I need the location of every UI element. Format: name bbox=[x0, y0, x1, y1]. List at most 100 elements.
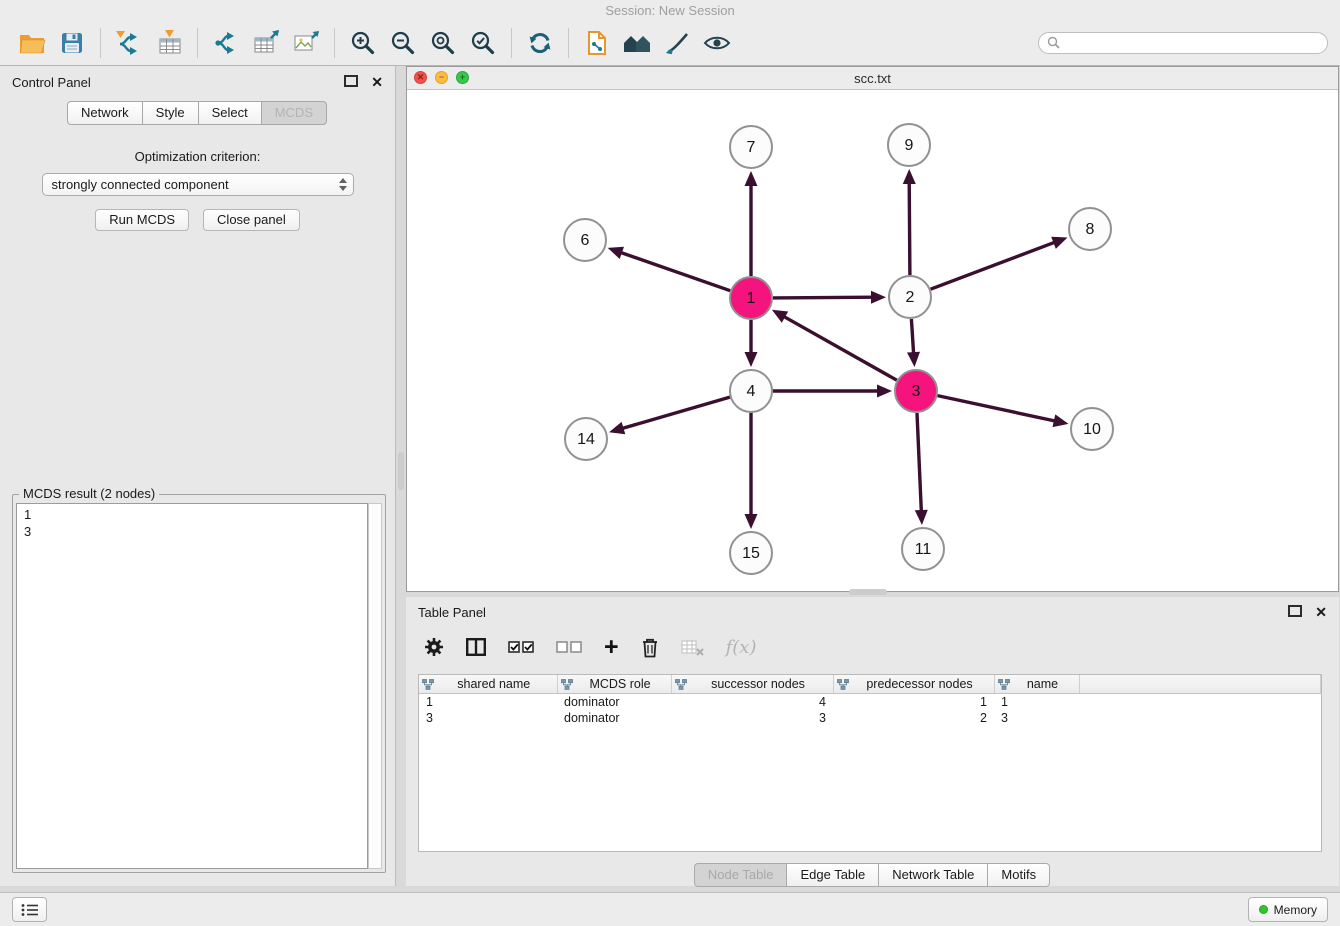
split-view-button[interactable] bbox=[466, 638, 486, 656]
cell-name[interactable]: 1 bbox=[994, 694, 1079, 711]
cell-successor-nodes[interactable]: 4 bbox=[671, 694, 833, 711]
tab-edge-table[interactable]: Edge Table bbox=[786, 863, 879, 887]
refresh-layout-button[interactable] bbox=[520, 24, 560, 62]
select-all-icon bbox=[508, 640, 534, 654]
mcds-result-scrollbar[interactable] bbox=[368, 503, 382, 869]
node-11[interactable]: 11 bbox=[902, 528, 944, 570]
select-all-rows-button[interactable] bbox=[508, 640, 534, 654]
node-9[interactable]: 9 bbox=[888, 124, 930, 166]
export-table-button[interactable] bbox=[246, 24, 286, 62]
column-header-name[interactable]: name bbox=[994, 675, 1079, 694]
mcds-result-list[interactable]: 13 bbox=[16, 503, 368, 869]
node-2[interactable]: 2 bbox=[889, 276, 931, 318]
tab-node-table[interactable]: Node Table bbox=[694, 863, 788, 887]
cell-name[interactable]: 3 bbox=[994, 710, 1079, 726]
edge-2-8[interactable] bbox=[931, 242, 1057, 290]
edge-1-6[interactable] bbox=[619, 252, 730, 291]
network-canvas[interactable]: 7 9 6 8 1 2 4 3 14 10 15 11 bbox=[407, 89, 1338, 591]
node-3[interactable]: 3 bbox=[895, 370, 937, 412]
deselect-rows-button[interactable] bbox=[556, 640, 582, 654]
function-builder-button[interactable]: f(x) bbox=[726, 637, 757, 658]
minimize-window-button[interactable]: − bbox=[435, 71, 448, 84]
column-header-shared-name[interactable]: shared name bbox=[419, 675, 557, 694]
node-4[interactable]: 4 bbox=[730, 370, 772, 412]
node-7[interactable]: 7 bbox=[730, 126, 772, 168]
zoom-selected-button[interactable] bbox=[463, 24, 503, 62]
tab-select[interactable]: Select bbox=[198, 101, 262, 125]
cell-predecessor-nodes[interactable]: 1 bbox=[833, 694, 994, 711]
tab-mcds[interactable]: MCDS bbox=[261, 101, 327, 125]
table-row[interactable]: 1dominator411 bbox=[419, 694, 1321, 711]
task-history-button[interactable] bbox=[12, 897, 47, 922]
export-image-button[interactable] bbox=[286, 24, 326, 62]
tab-network-table[interactable]: Network Table bbox=[878, 863, 988, 887]
apply-style-button[interactable] bbox=[657, 24, 697, 62]
edge-3-10[interactable] bbox=[938, 396, 1057, 422]
memory-button[interactable]: Memory bbox=[1248, 897, 1328, 922]
edge-3-11[interactable] bbox=[917, 413, 921, 513]
search-text-field[interactable] bbox=[1065, 35, 1319, 51]
window-titlebar[interactable]: Session: New Session bbox=[0, 0, 1340, 20]
column-header-predecessor-nodes[interactable]: predecessor nodes bbox=[833, 675, 994, 694]
float-panel-button[interactable] bbox=[344, 75, 358, 90]
network-window-titlebar[interactable]: ✕−+ scc.txt bbox=[407, 67, 1338, 90]
column-header-successor-nodes[interactable]: successor nodes bbox=[671, 675, 833, 694]
float-table-panel-button[interactable] bbox=[1288, 605, 1302, 620]
cell-mcds-role[interactable]: dominator bbox=[557, 694, 671, 711]
close-mcds-panel-button[interactable]: Close panel bbox=[203, 209, 300, 231]
table-panel-header: Table Panel ✕ bbox=[406, 597, 1339, 624]
table-settings-button[interactable] bbox=[424, 637, 444, 657]
save-session-button[interactable] bbox=[52, 24, 92, 62]
tab-style[interactable]: Style bbox=[142, 101, 199, 125]
edge-2-3[interactable] bbox=[911, 319, 913, 355]
vertical-splitter-handle[interactable] bbox=[398, 452, 404, 490]
horizontal-splitter-handle[interactable] bbox=[849, 589, 887, 595]
edge-2-9[interactable] bbox=[909, 181, 910, 275]
edge-1-2[interactable] bbox=[773, 297, 874, 298]
open-folder-icon bbox=[19, 32, 46, 54]
close-window-button[interactable]: ✕ bbox=[414, 71, 427, 84]
duplicate-network-button[interactable] bbox=[577, 24, 617, 62]
cell-mcds-role[interactable]: dominator bbox=[557, 710, 671, 726]
home-button[interactable] bbox=[617, 24, 657, 62]
node-label-9: 9 bbox=[905, 137, 914, 154]
import-table-button[interactable] bbox=[149, 24, 189, 62]
zoom-in-button[interactable] bbox=[343, 24, 383, 62]
delete-columns-button[interactable] bbox=[641, 637, 659, 658]
edge-4-14[interactable] bbox=[621, 397, 730, 429]
tab-network[interactable]: Network bbox=[67, 101, 143, 125]
show-graphics-button[interactable] bbox=[697, 24, 737, 62]
node-15[interactable]: 15 bbox=[730, 532, 772, 574]
close-control-panel-button[interactable]: ✕ bbox=[371, 74, 383, 91]
zoom-window-button[interactable]: + bbox=[456, 71, 469, 84]
zoom-fit-button[interactable] bbox=[423, 24, 463, 62]
tab-motifs[interactable]: Motifs bbox=[987, 863, 1050, 887]
zoom-out-button[interactable] bbox=[383, 24, 423, 62]
export-network-button[interactable] bbox=[206, 24, 246, 62]
open-session-button[interactable] bbox=[12, 24, 52, 62]
node-6[interactable]: 6 bbox=[564, 219, 606, 261]
mcds-result-item[interactable]: 1 bbox=[24, 506, 367, 523]
add-column-button[interactable]: + bbox=[604, 637, 619, 657]
mcds-result-item[interactable]: 3 bbox=[24, 523, 367, 540]
run-mcds-button[interactable]: Run MCDS bbox=[95, 209, 189, 231]
node-14[interactable]: 14 bbox=[565, 418, 607, 460]
node-10[interactable]: 10 bbox=[1071, 408, 1113, 450]
edge-3-1[interactable] bbox=[782, 316, 896, 381]
node-8[interactable]: 8 bbox=[1069, 208, 1111, 250]
import-network-button[interactable] bbox=[109, 24, 149, 62]
edge-arrow-2-3 bbox=[907, 352, 920, 367]
cell-successor-nodes[interactable]: 3 bbox=[671, 710, 833, 726]
cell-shared-name[interactable]: 3 bbox=[419, 710, 557, 726]
mcds-result-title: MCDS result (2 nodes) bbox=[19, 486, 159, 501]
cell-predecessor-nodes[interactable]: 2 bbox=[833, 710, 994, 726]
node-1[interactable]: 1 bbox=[730, 277, 772, 319]
zoom-fit-icon bbox=[430, 30, 456, 56]
cell-shared-name[interactable]: 1 bbox=[419, 694, 557, 711]
criterion-dropdown[interactable]: strongly connected component bbox=[42, 173, 354, 196]
close-table-panel-button[interactable]: ✕ bbox=[1315, 604, 1327, 621]
column-header-mcds-role[interactable]: MCDS role bbox=[557, 675, 671, 694]
delete-table-button[interactable] bbox=[681, 639, 704, 656]
search-input[interactable] bbox=[1038, 32, 1328, 54]
table-row[interactable]: 3dominator323 bbox=[419, 710, 1321, 726]
